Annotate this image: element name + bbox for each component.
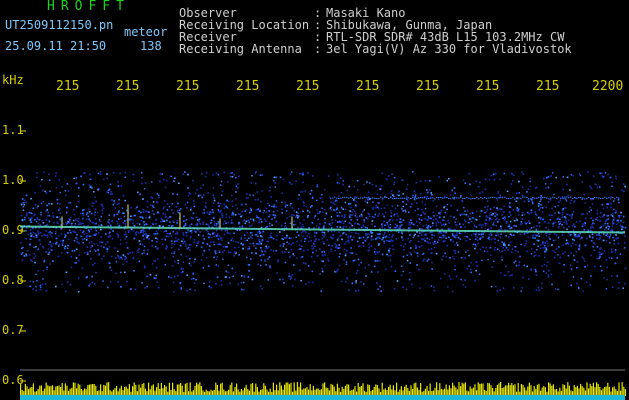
amplitude-strip xyxy=(20,382,626,400)
spectrogram-plot xyxy=(19,130,627,400)
